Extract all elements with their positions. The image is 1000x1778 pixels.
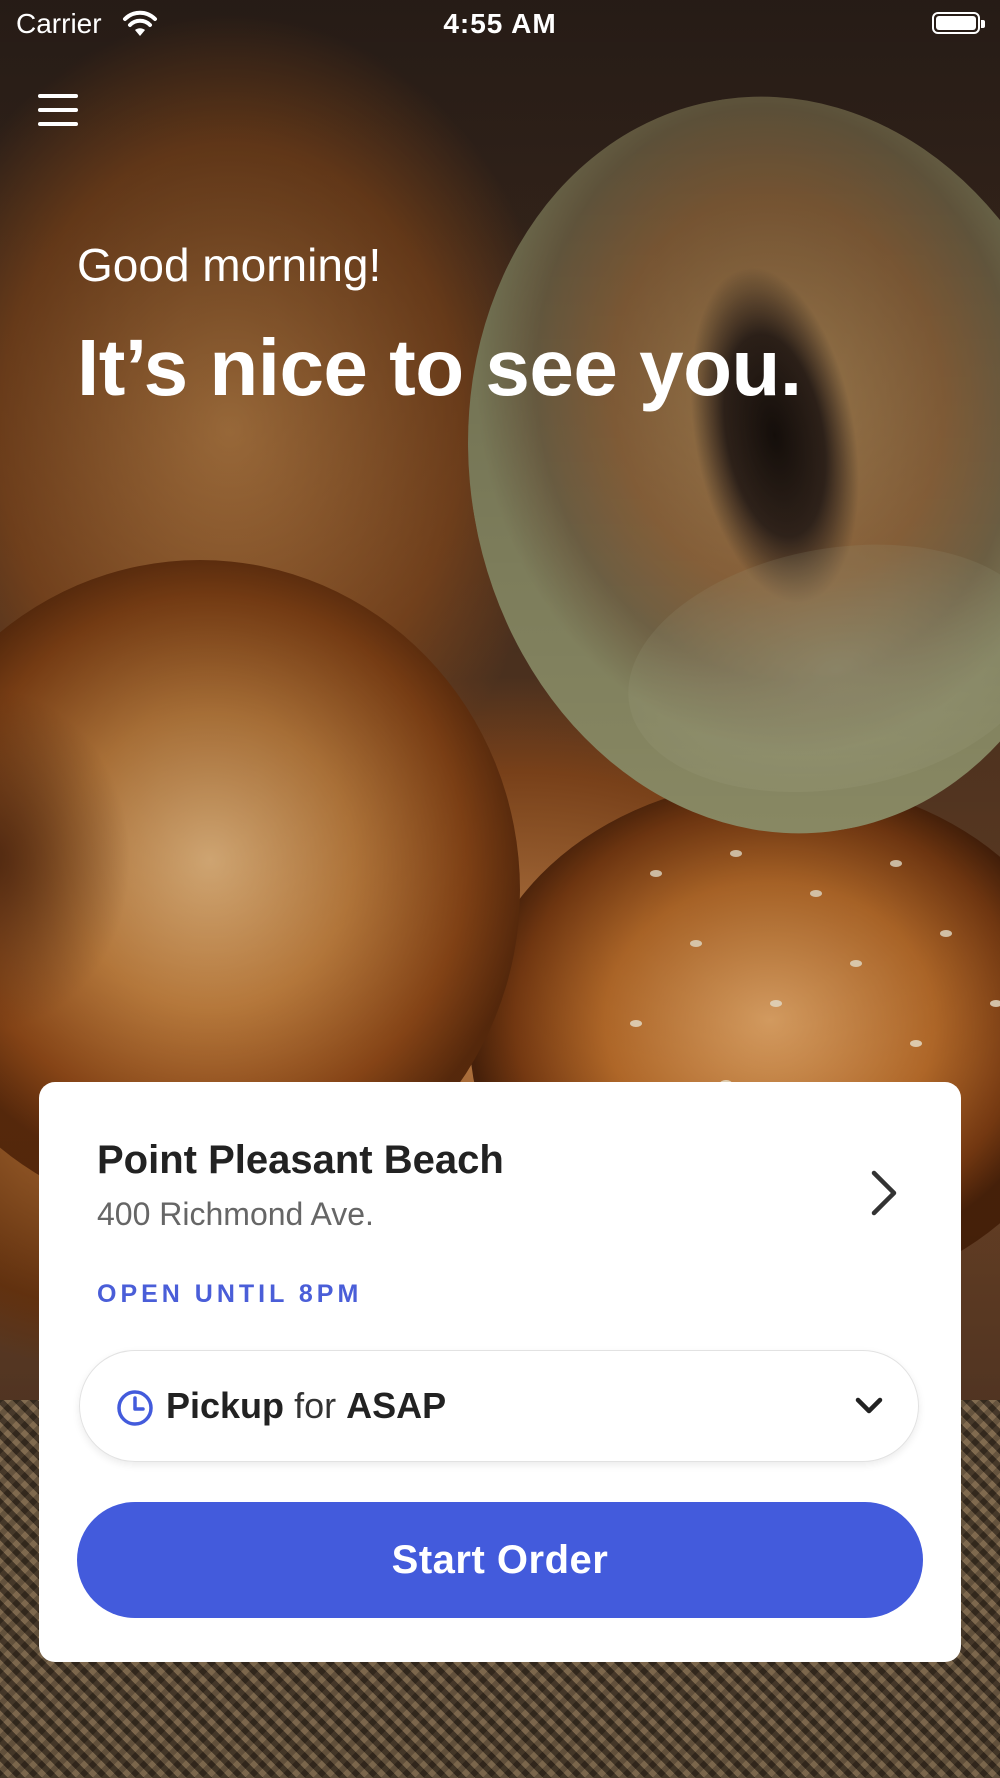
chevron-right-icon[interactable] [869,1168,899,1218]
start-order-button[interactable]: Start Order [77,1502,923,1618]
clock-time: 4:55 AM [443,8,557,39]
status-bar: Carrier 4:55 AM [0,0,1000,50]
location-name[interactable]: Point Pleasant Beach [97,1138,504,1183]
pickup-mode: Pickup [166,1385,285,1426]
greeting-text: Good morning! [77,239,382,291]
hours-status: OPEN UNTIL 8PM [97,1280,363,1308]
pickup-connector: for [294,1385,337,1426]
location-address: 400 Richmond Ave. [97,1196,374,1232]
headline-text: It’s nice to see you. [77,323,802,412]
battery-icon [932,12,985,34]
chevron-down-icon [855,1397,883,1414]
pickup-time: ASAP [346,1385,447,1426]
pickup-time-selector[interactable]: Pickup for ASAP [79,1350,919,1462]
pickup-summary: Pickup for ASAP [166,1385,446,1427]
hamburger-menu-icon[interactable] [38,94,78,130]
clock-icon [117,1390,153,1426]
location-card: Point Pleasant Beach 400 Richmond Ave. O… [39,1082,961,1662]
